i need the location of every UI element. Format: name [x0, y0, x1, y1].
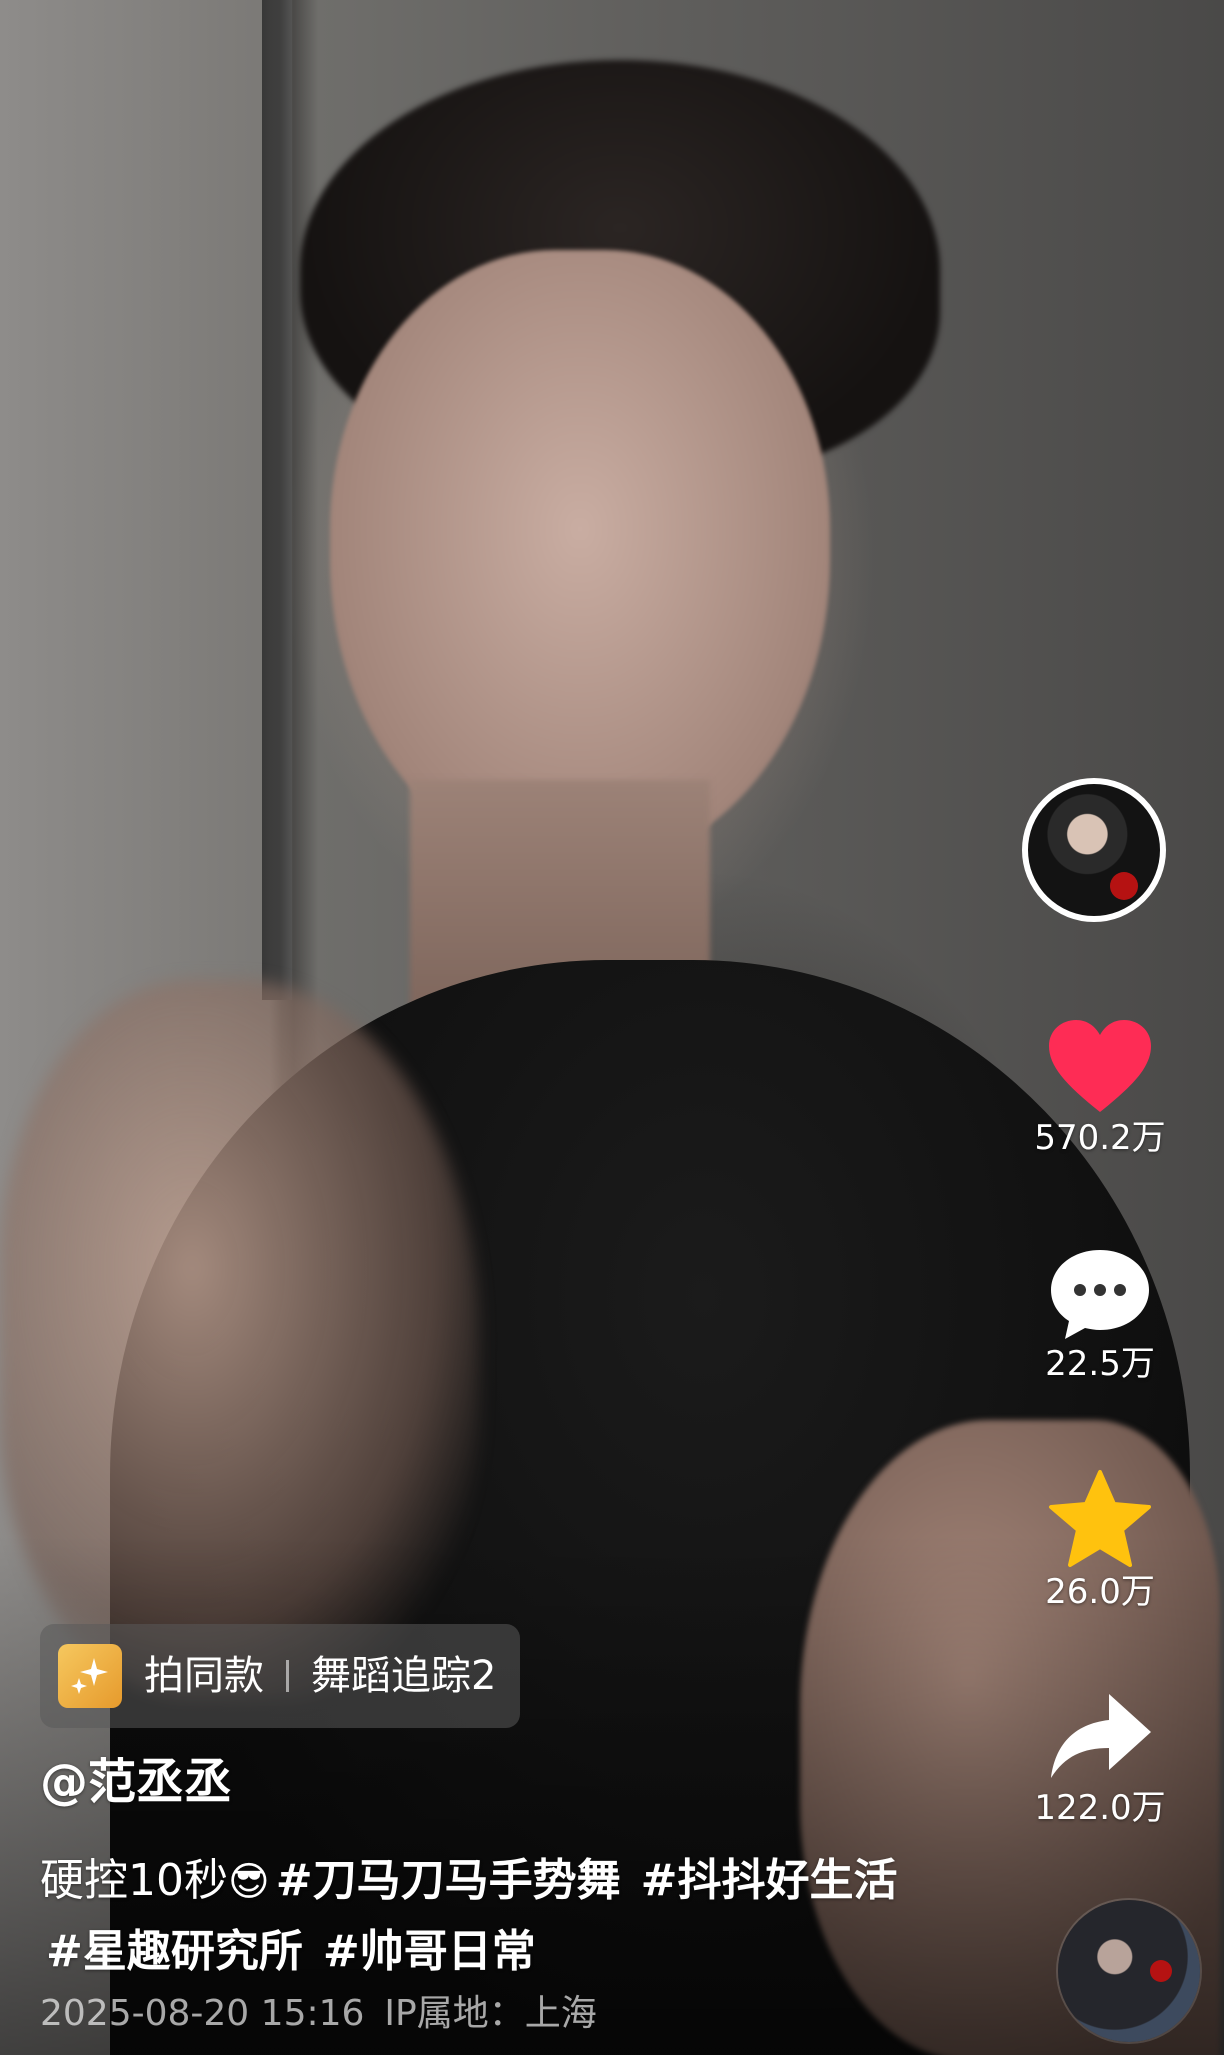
video-feed-screen: 570.2万 22.5万 26.0万 122.0万 拍同款 舞蹈追踪2 @范丞丞… — [0, 0, 1224, 2055]
template-name: 舞蹈追踪2 — [311, 1653, 497, 1699]
creator-avatar[interactable] — [1022, 778, 1166, 922]
template-chip[interactable]: 拍同款 舞蹈追踪2 — [40, 1624, 521, 1728]
caption-text: 硬控10秒 — [40, 1855, 228, 1906]
caption-emoji: 😎 — [228, 1859, 270, 1905]
chip-divider — [286, 1660, 289, 1692]
avatar-rose-detail — [1110, 872, 1138, 900]
star-icon — [1049, 1470, 1151, 1567]
template-action-label: 拍同款 — [144, 1653, 264, 1699]
post-meta: 2025-08-20 15:16 IP属地：上海 — [40, 1992, 597, 2036]
post-date: 2025-08-20 15:16 — [40, 1993, 365, 2034]
music-disc-icon[interactable] — [1058, 1900, 1200, 2042]
hashtag[interactable]: #抖抖好生活 — [641, 1855, 898, 1906]
hashtag[interactable]: #刀马刀马手势舞 — [276, 1855, 621, 1906]
music-disc-detail — [1150, 1960, 1172, 1982]
ip-location: IP属地：上海 — [384, 1993, 597, 2034]
like-button[interactable]: 570.2万 — [1000, 1018, 1200, 1158]
comment-bubble-icon — [1051, 1250, 1149, 1339]
favorite-button[interactable]: 26.0万 — [1000, 1468, 1200, 1612]
comment-count: 22.5万 — [1045, 1344, 1155, 1384]
share-button[interactable]: 122.0万 — [1000, 1688, 1200, 1828]
comment-button[interactable]: 22.5万 — [1000, 1244, 1200, 1384]
author-name[interactable]: @范丞丞 — [40, 1752, 232, 1812]
video-scene-door-edge — [262, 0, 292, 1000]
video-scene-face — [330, 250, 830, 870]
favorite-count: 26.0万 — [1045, 1572, 1155, 1612]
sparkle-icon — [58, 1644, 122, 1708]
hashtag[interactable]: #星趣研究所 — [46, 1926, 303, 1977]
hashtag[interactable]: #帅哥日常 — [323, 1926, 536, 1977]
share-arrow-icon — [1051, 1694, 1151, 1778]
post-caption: 硬控10秒😎 #刀马刀马手势舞 #抖抖好生活 #星趣研究所 #帅哥日常 — [40, 1846, 920, 1987]
share-count: 122.0万 — [1034, 1788, 1166, 1828]
heart-icon — [1049, 1020, 1151, 1112]
like-count: 570.2万 — [1034, 1118, 1166, 1158]
